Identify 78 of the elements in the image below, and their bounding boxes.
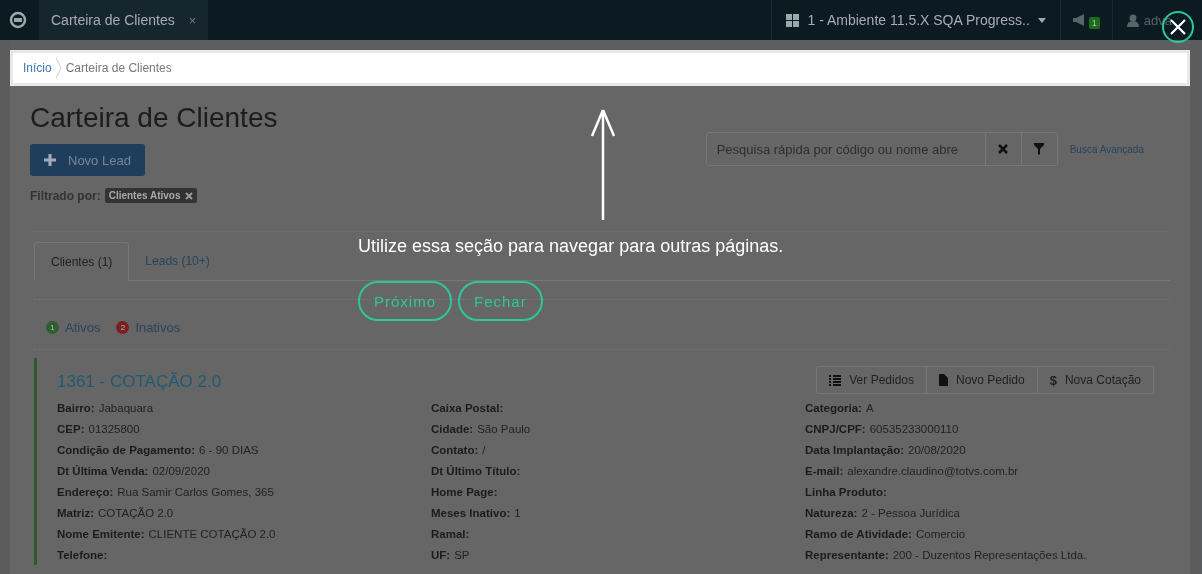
close-icon: [1170, 19, 1186, 35]
page-title: Carteira de Clientes: [30, 101, 278, 134]
field-label: Caixa Postal:: [431, 401, 504, 414]
field-label: Telefone:: [57, 548, 108, 561]
filter-icon: [1034, 143, 1045, 155]
grid-icon: [786, 13, 800, 27]
caret-icon: [1037, 17, 1046, 23]
notification-count: 1: [1088, 17, 1100, 29]
field-label: Categoria:: [805, 401, 862, 414]
field-label: Representante:: [805, 548, 889, 561]
field-label: Linha Produto:: [805, 485, 887, 498]
breadcrumb-current: Carteira de Clientes: [65, 61, 172, 75]
field-value: CLIENTE COTAÇÃO 2.0: [148, 527, 276, 540]
user-icon: [1126, 13, 1139, 27]
field-label: Matriz:: [57, 506, 95, 519]
field-label: Data Implantação:: [805, 443, 905, 456]
field-value: 20/08/2020: [908, 443, 966, 456]
field-value: 01325800: [88, 422, 140, 435]
megaphone-icon: [1072, 14, 1087, 26]
field-label: Dt Última Venda:: [57, 464, 149, 477]
field-label: UF:: [431, 548, 451, 561]
field-label: Meses Inativo:: [431, 506, 511, 519]
field-label: Natureza:: [805, 506, 858, 519]
action-button[interactable]: Novo Pedido: [926, 367, 1037, 393]
field-label: Nome Emitente:: [57, 527, 145, 540]
tab[interactable]: Leads (10+): [129, 242, 226, 280]
field-label: Cidade:: [431, 422, 474, 435]
plus-icon: [44, 154, 56, 166]
tab[interactable]: Clientes (1): [34, 242, 130, 281]
field-value: 200 - Duzentos Representações Ltda.: [892, 548, 1087, 561]
tour-message: Utilize essa seção para navegar para outras páginas.: [358, 236, 784, 257]
field-label: Bairro:: [57, 401, 95, 414]
chevron-icon: [55, 58, 62, 78]
app-tab[interactable]: Carteira de Clientes ×: [39, 0, 209, 40]
field-value: 60535233000110: [869, 422, 959, 435]
field-label: CNPJ/CPF:: [805, 422, 866, 435]
legend-link[interactable]: Ativos: [65, 320, 101, 335]
field-value: 1: [514, 506, 521, 519]
field-label: Endereço:: [57, 485, 114, 498]
field-label: Dt Último Título:: [431, 464, 521, 477]
count-badge: 1: [46, 321, 59, 334]
tour-button[interactable]: Fechar: [458, 281, 543, 321]
legend-link[interactable]: Inativos: [135, 320, 181, 335]
document-icon: [939, 374, 948, 386]
field-value: /: [482, 443, 486, 456]
breadcrumb-link[interactable]: Início: [23, 61, 52, 75]
list-icon: [829, 374, 842, 386]
filter-tag[interactable]: Clientes Ativos: [104, 188, 197, 203]
new-lead-button[interactable]: Novo Lead: [30, 144, 145, 176]
field-value: Rua Samir Carlos Gomes, 365: [117, 485, 274, 498]
field-label: Ramo de Atividade:: [805, 527, 912, 540]
field-value: alexandre.claudino@totvs.com.br: [847, 464, 1019, 477]
logo-icon[interactable]: [9, 11, 27, 29]
tab-close-button[interactable]: ×: [188, 12, 197, 28]
field-value: 02/09/2020: [152, 464, 210, 477]
action-button[interactable]: $ Nova Cotação: [1036, 367, 1153, 393]
field-value: SP: [454, 548, 470, 561]
close-icon: [998, 144, 1009, 154]
field-value: São Paulo: [477, 422, 531, 435]
tab-title[interactable]: Carteira de Clientes: [51, 12, 175, 28]
field-label: Condição de Pagamento:: [57, 443, 196, 456]
field-value: Jabaquara: [98, 401, 154, 414]
field-value: COTAÇÃO 2.0: [98, 506, 174, 519]
field-label: Home Page:: [431, 485, 498, 498]
field-value: A: [865, 401, 874, 414]
field-label: Contato:: [431, 443, 479, 456]
count-badge: 2: [116, 321, 130, 334]
dollar-icon: $: [1049, 372, 1057, 388]
field-value: 2 - Pessoa Jurídica: [861, 506, 960, 519]
remove-icon: [184, 191, 193, 200]
advanced-search-link[interactable]: Busca Avançada: [1069, 143, 1144, 155]
action-button[interactable]: Ver Pedidos: [817, 367, 926, 393]
field-label: CEP:: [57, 422, 85, 435]
field-value: 6 - 90 DIAS: [199, 443, 259, 456]
tour-button[interactable]: Próximo: [358, 281, 452, 321]
field-value: Comercio: [915, 527, 966, 540]
field-label: Ramal:: [431, 527, 470, 540]
field-label: E-mail:: [805, 464, 844, 477]
